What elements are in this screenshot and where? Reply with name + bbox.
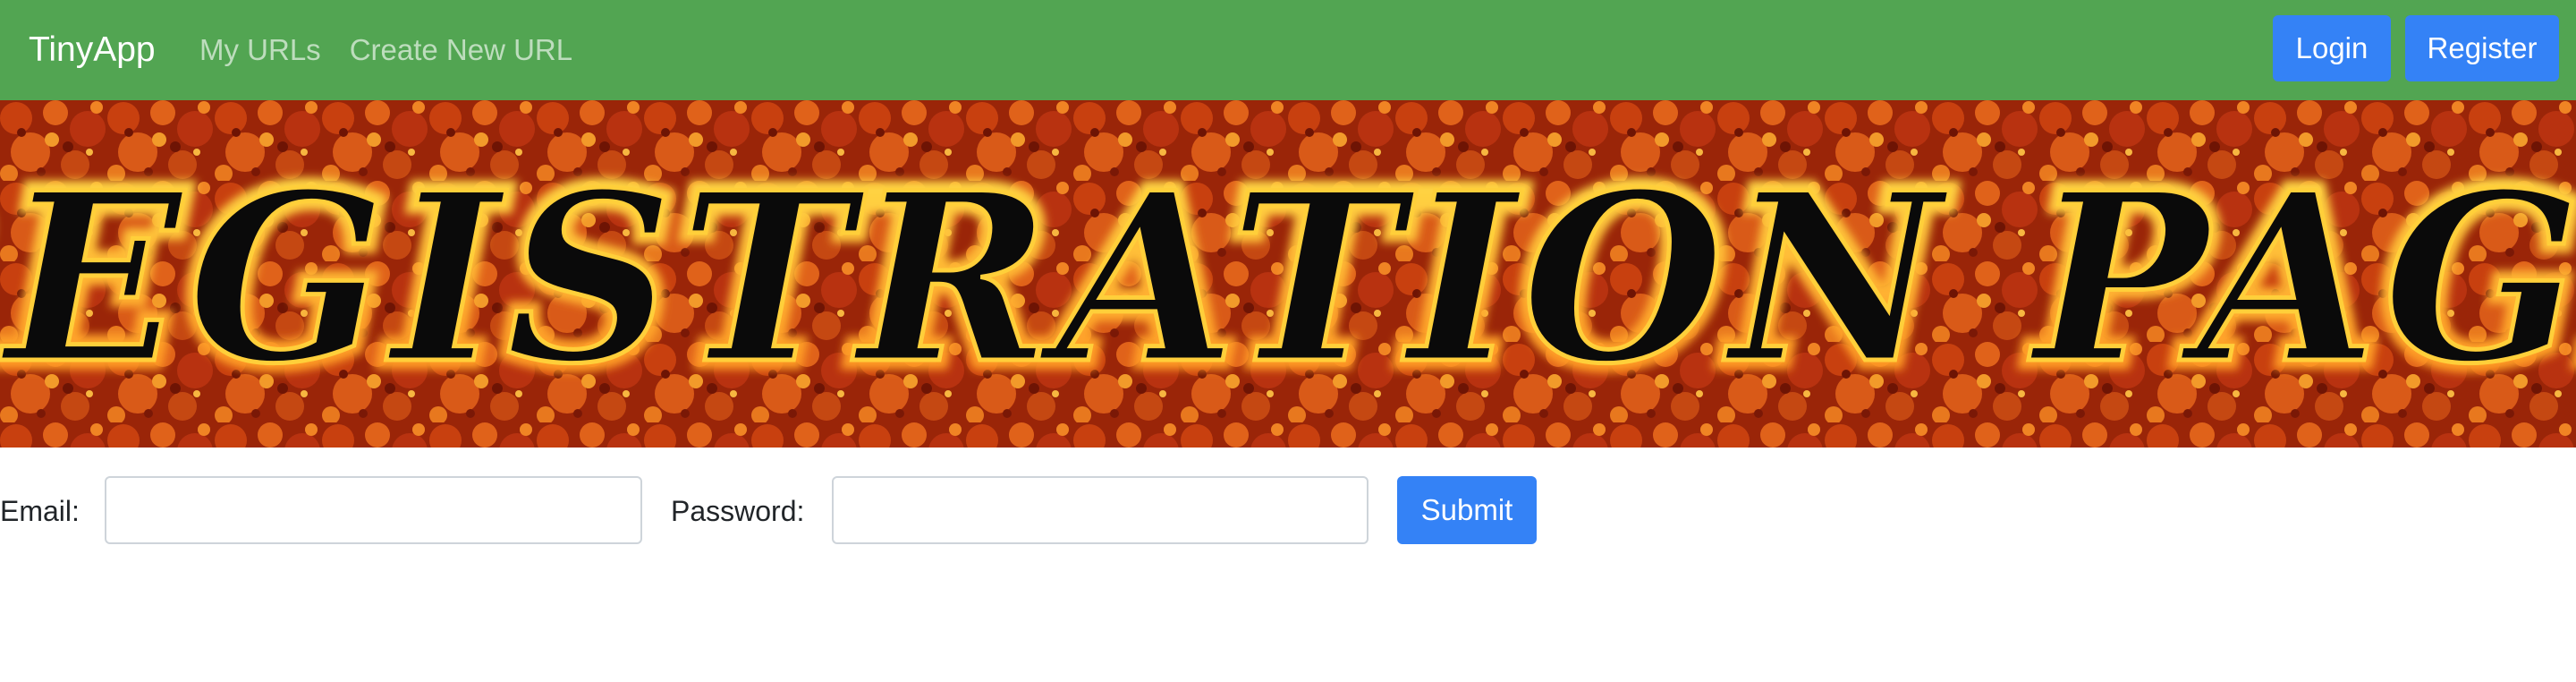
banner-title: REGISTRATION PAGE REGISTRATION PAGE: [0, 132, 2576, 425]
registration-banner: REGISTRATION PAGE REGISTRATION PAGE: [0, 100, 2576, 448]
navbar: TinyApp My URLs Create New URL Login Reg…: [0, 0, 2576, 100]
email-field[interactable]: [105, 476, 642, 544]
nav-link-create-new-url[interactable]: Create New URL: [350, 29, 572, 72]
auth-buttons: Login Register: [2273, 15, 2559, 81]
svg-text:REGISTRATION PAGE: REGISTRATION PAGE: [0, 142, 2576, 415]
password-label: Password:: [671, 495, 805, 527]
login-button[interactable]: Login: [2273, 15, 2391, 81]
nav-links: My URLs Create New URL: [199, 29, 601, 72]
fire-banner-image: REGISTRATION PAGE REGISTRATION PAGE: [0, 100, 2576, 448]
submit-button[interactable]: Submit: [1397, 476, 1537, 544]
registration-form: Email: Password: Submit: [0, 476, 2576, 544]
password-field[interactable]: [832, 476, 1368, 544]
nav-link-my-urls[interactable]: My URLs: [199, 29, 321, 72]
brand-link[interactable]: TinyApp: [29, 27, 156, 73]
email-label: Email:: [0, 495, 80, 527]
register-button[interactable]: Register: [2405, 15, 2559, 81]
